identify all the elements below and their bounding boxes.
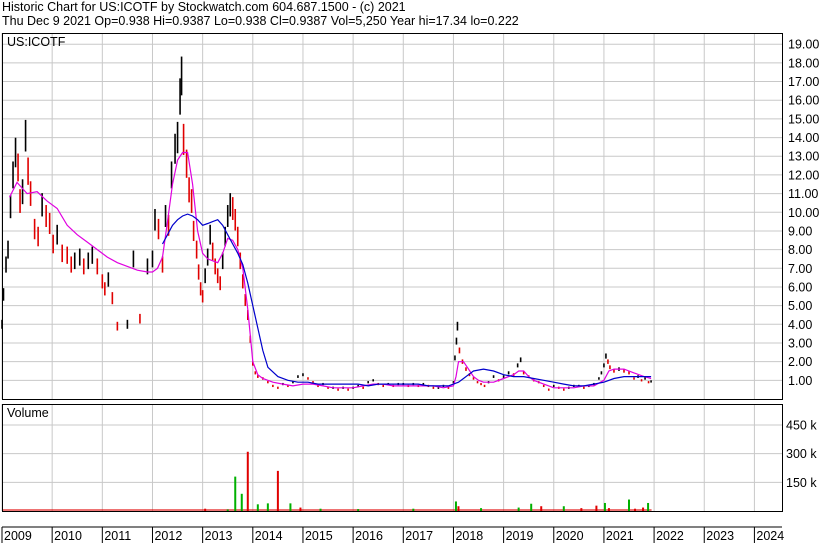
price-tick-label: 10.00: [788, 206, 819, 220]
year-tick-label: 2016: [355, 529, 383, 543]
year-tick-label: 2009: [4, 529, 32, 543]
price-tick-label: 14.00: [788, 131, 819, 145]
price-tick-label: 3.00: [788, 336, 812, 350]
year-tick-label: 2022: [656, 529, 684, 543]
volume-tick-label: 300 k: [786, 447, 817, 461]
price-tick-label: 13.00: [788, 150, 819, 164]
price-tick-label: 12.00: [788, 168, 819, 182]
price-tick-label: 16.00: [788, 94, 819, 108]
stock-chart: US:ICOTF Volume 1.00 2.00 3.00 4.00 5.00 6.00 7.…: [1, 33, 819, 543]
year-tick-label: 2014: [255, 529, 283, 543]
price-tick-label: 7.00: [788, 262, 812, 276]
year-tick-label: 2013: [205, 529, 233, 543]
price-tick-label: 8.00: [788, 243, 812, 257]
price-panel-frame: [2, 33, 783, 400]
year-tick-label: 2020: [556, 529, 584, 543]
moving-average-lines: [8, 151, 652, 389]
year-tick-label: 2023: [706, 529, 734, 543]
year-tick-label: 2010: [54, 529, 82, 543]
price-tick-label: 17.00: [788, 75, 819, 89]
price-tick-label: 2.00: [788, 355, 812, 369]
price-tick-label: 9.00: [788, 224, 812, 238]
chart-frames: [2, 33, 783, 528]
year-tick-label: 2019: [506, 529, 534, 543]
price-chart-title: US:ICOTF: [7, 35, 66, 49]
year-tick-label: 2015: [305, 529, 333, 543]
price-tick-label: 4.00: [788, 318, 812, 332]
price-tick-label: 18.00: [788, 56, 819, 70]
price-tick-label: 11.00: [788, 187, 818, 201]
price-tick-label: 15.00: [788, 112, 819, 126]
volume-chart-title: Volume: [7, 406, 49, 420]
price-grid: [1, 33, 782, 399]
moving-average-long: [161, 213, 652, 387]
volume-baseline: [2, 509, 652, 511]
year-tick-label: 2024: [756, 529, 784, 543]
year-tick-label: 2018: [455, 529, 483, 543]
year-tick-label: 2017: [405, 529, 433, 543]
volume-panel-frame: [2, 404, 783, 512]
moving-average-short: [8, 151, 652, 389]
year-tick-label: 2021: [606, 529, 634, 543]
price-tick-label: 19.00: [788, 38, 819, 52]
volume-grid: [1, 404, 782, 511]
volume-tick-label: 450 k: [786, 419, 817, 433]
price-tick-label: 5.00: [788, 299, 812, 313]
year-tick-label: 2012: [154, 529, 182, 543]
price-tick-label: 6.00: [788, 280, 812, 294]
volume-tick-label: 150 k: [786, 476, 817, 490]
price-tick-label: 1.00: [788, 374, 812, 388]
year-tick-label: 2011: [104, 529, 131, 543]
chart-labels: US:ICOTF Volume 1.00 2.00 3.00 4.00 5.00 6.00 7.…: [1, 35, 819, 543]
